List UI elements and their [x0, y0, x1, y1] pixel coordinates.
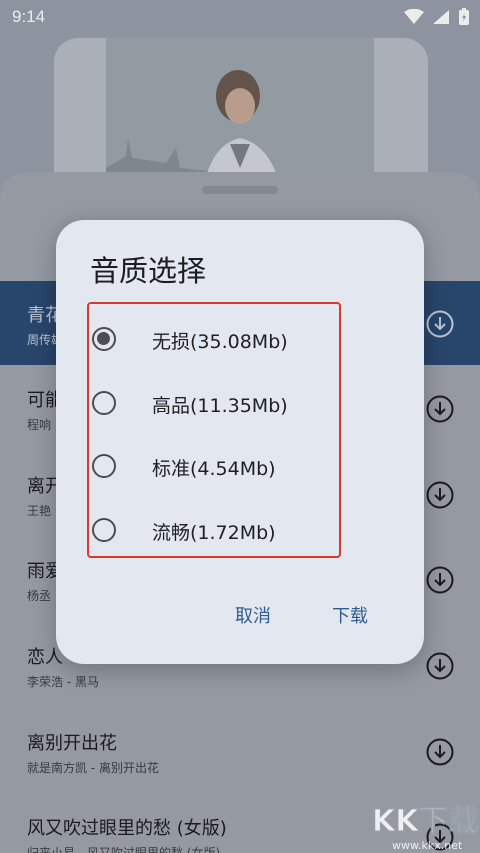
quality-select-dialog: 音质选择 无损(35.08Mb) 高品(11.35Mb) 标准(4.54Mb) …: [56, 220, 424, 664]
radio-button[interactable]: [92, 454, 116, 478]
option-label: 高品(11.35Mb): [152, 395, 288, 417]
quality-option-lossless[interactable]: 无损(35.08Mb): [86, 315, 346, 371]
svg-text:KK下载: KK下载: [372, 804, 479, 839]
radio-button[interactable]: [92, 518, 116, 542]
radio-button-checked[interactable]: [92, 327, 116, 351]
dialog-title: 音质选择: [90, 254, 207, 288]
quality-option-smooth[interactable]: 流畅(1.72Mb): [86, 506, 346, 562]
quality-option-high[interactable]: 高品(11.35Mb): [86, 379, 346, 435]
option-label: 流畅(1.72Mb): [152, 522, 276, 544]
download-button[interactable]: 下载: [332, 602, 368, 628]
kk-watermark-logo: KK下载 www.kkx.net: [372, 804, 480, 853]
radio-button[interactable]: [92, 391, 116, 415]
option-label: 无损(35.08Mb): [152, 331, 288, 353]
option-label: 标准(4.54Mb): [152, 458, 276, 480]
quality-option-standard[interactable]: 标准(4.54Mb): [86, 442, 346, 498]
svg-text:www.kkx.net: www.kkx.net: [392, 839, 463, 852]
cancel-button[interactable]: 取消: [235, 602, 271, 628]
